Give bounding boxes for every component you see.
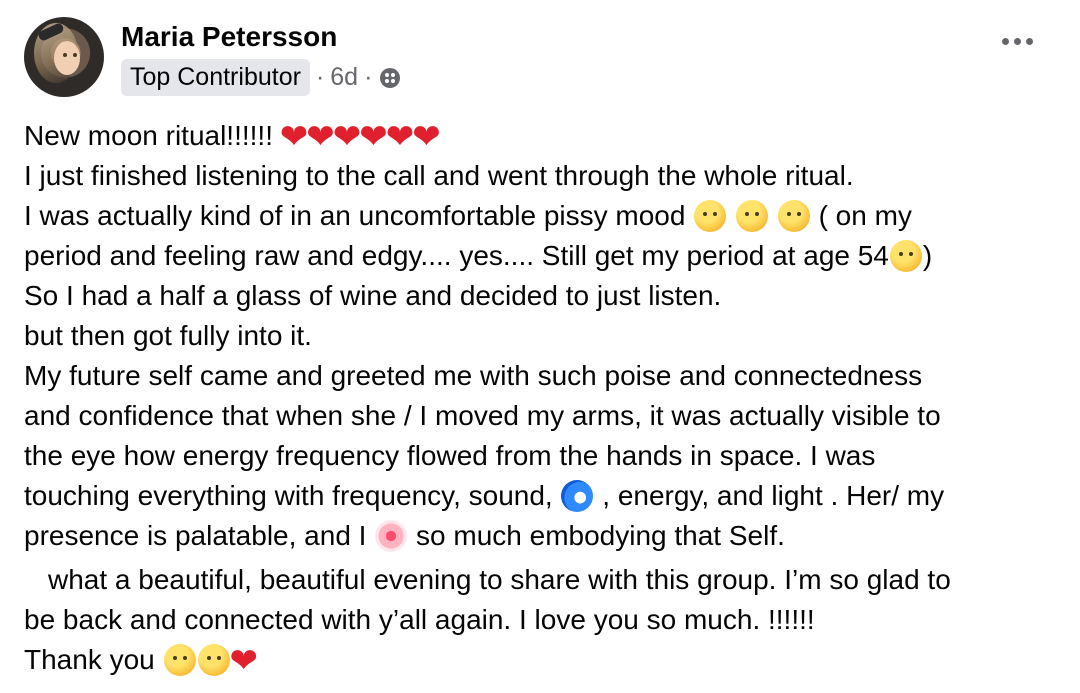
- post-meta: Top Contributor · 6d ·: [121, 59, 401, 96]
- top-contributor-badge[interactable]: Top Contributor: [121, 59, 310, 96]
- post-line: be back and connected with y’all again. …: [24, 600, 1064, 640]
- post-line: Thank you ❤: [24, 640, 1064, 680]
- post-line-text: the eye how energy frequency flowed from…: [24, 440, 876, 471]
- post-line: I just finished listening to the call an…: [24, 156, 1064, 196]
- post-line: My future self came and greeted me with …: [24, 356, 1064, 396]
- post-line-text: and confidence that when she / I moved m…: [24, 400, 941, 431]
- post-line-text: Thank you: [24, 644, 155, 675]
- face-with-rolling-eyes-emoji: [889, 240, 922, 272]
- meta-separator: ·: [364, 63, 373, 91]
- post-line: and confidence that when she / I moved m…: [24, 396, 1064, 436]
- post-line-text: be back and connected with y’all again. …: [24, 604, 815, 635]
- raised-eyebrow-emoji: [736, 200, 769, 232]
- post-line-text: touching everything with frequency, soun…: [24, 480, 553, 511]
- more-options-icon[interactable]: [1002, 38, 1033, 45]
- post-line: presence is palatable, and I so much emb…: [24, 516, 1064, 556]
- post-line-text: ): [922, 240, 933, 271]
- meta-separator: ·: [315, 63, 325, 91]
- post-line-text: New moon ritual!!!!!!: [24, 120, 273, 151]
- red-heart-emoji: ❤: [229, 642, 259, 680]
- growing-heart-emoji: [375, 520, 408, 552]
- author-name[interactable]: Maria Petersson: [121, 20, 337, 54]
- post-line: what a beautiful, beautiful evening to s…: [24, 560, 1064, 600]
- avatar[interactable]: [24, 17, 104, 97]
- thinking-face-emoji: [694, 200, 727, 232]
- post-line: period and feeling raw and edgy.... yes.…: [24, 236, 1064, 276]
- globe-icon: [380, 67, 401, 88]
- post-line-text: I just finished listening to the call an…: [24, 160, 854, 191]
- post-line: So I had a half a glass of wine and deci…: [24, 276, 1064, 316]
- post-line-text: , energy, and light . Her/ my: [602, 480, 945, 511]
- post-line: the eye how energy frequency flowed from…: [24, 436, 1064, 476]
- steam-from-nose-emoji: [777, 200, 810, 232]
- post-line-text: so much embodying that Self.: [416, 520, 785, 551]
- avatar-face: [54, 41, 80, 75]
- post-line-text: I was actually kind of in an uncomfortab…: [24, 200, 686, 231]
- post-line: but then got fully into it.: [24, 316, 1064, 356]
- post-line-text: presence is palatable, and I: [24, 520, 367, 551]
- post-line-text: ( on my: [818, 200, 912, 231]
- post-line-text: My future self came and greeted me with …: [24, 360, 923, 391]
- post-line: New moon ritual!!!!!! ❤❤❤❤❤❤: [24, 116, 1064, 156]
- post-line-text: period and feeling raw and edgy.... yes.…: [24, 240, 889, 271]
- red-heart-emoji: ❤❤❤❤❤❤: [279, 118, 441, 156]
- smiling-face-emoji: [163, 644, 196, 676]
- hugging-face-emoji: [197, 644, 230, 676]
- post-line-text: So I had a half a glass of wine and deci…: [24, 280, 722, 311]
- post-line-text: what a beautiful, beautiful evening to s…: [48, 564, 951, 595]
- post-body: New moon ritual!!!!!! ❤❤❤❤❤❤ I just fini…: [24, 116, 1064, 680]
- water-wave-emoji: [561, 480, 594, 512]
- post-line: I was actually kind of in an uncomfortab…: [24, 196, 1064, 236]
- post-time[interactable]: 6d: [330, 63, 358, 92]
- post-line: touching everything with frequency, soun…: [24, 476, 1064, 516]
- post-line-text: but then got fully into it.: [24, 320, 312, 351]
